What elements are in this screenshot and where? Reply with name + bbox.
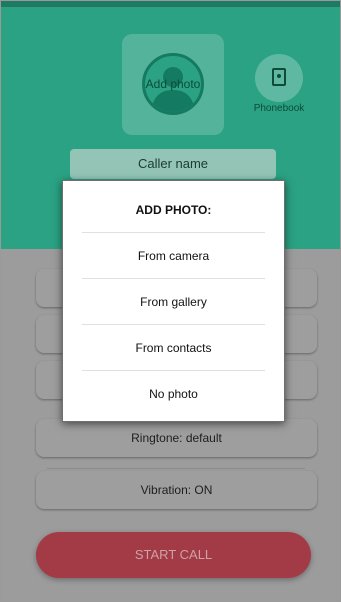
divider bbox=[47, 468, 305, 469]
divider bbox=[82, 370, 265, 371]
ringtone-label: Ringtone: default bbox=[131, 431, 222, 445]
add-photo-dialog: ADD PHOTO: From camera From gallery From… bbox=[62, 180, 285, 422]
from-contacts-option[interactable]: From contacts bbox=[63, 341, 284, 355]
divider bbox=[82, 324, 265, 325]
status-strip bbox=[1, 1, 340, 7]
no-photo-option[interactable]: No photo bbox=[63, 387, 284, 401]
from-camera-option[interactable]: From camera bbox=[63, 249, 284, 263]
app-screen: Add photo Phonebook Caller name Ringtone… bbox=[0, 0, 341, 602]
phonebook-label: Phonebook bbox=[253, 103, 305, 114]
dialog-title: ADD PHOTO: bbox=[135, 203, 212, 217]
from-gallery-option[interactable]: From gallery bbox=[63, 295, 284, 309]
caller-name-placeholder: Caller name bbox=[137, 156, 209, 171]
vibration-label: Vibration: ON bbox=[140, 483, 213, 497]
start-call-label: START CALL bbox=[134, 547, 213, 562]
divider bbox=[82, 278, 265, 279]
phonebook-icon bbox=[272, 68, 286, 86]
divider bbox=[82, 232, 265, 233]
add-photo-label: Add photo bbox=[145, 77, 201, 91]
